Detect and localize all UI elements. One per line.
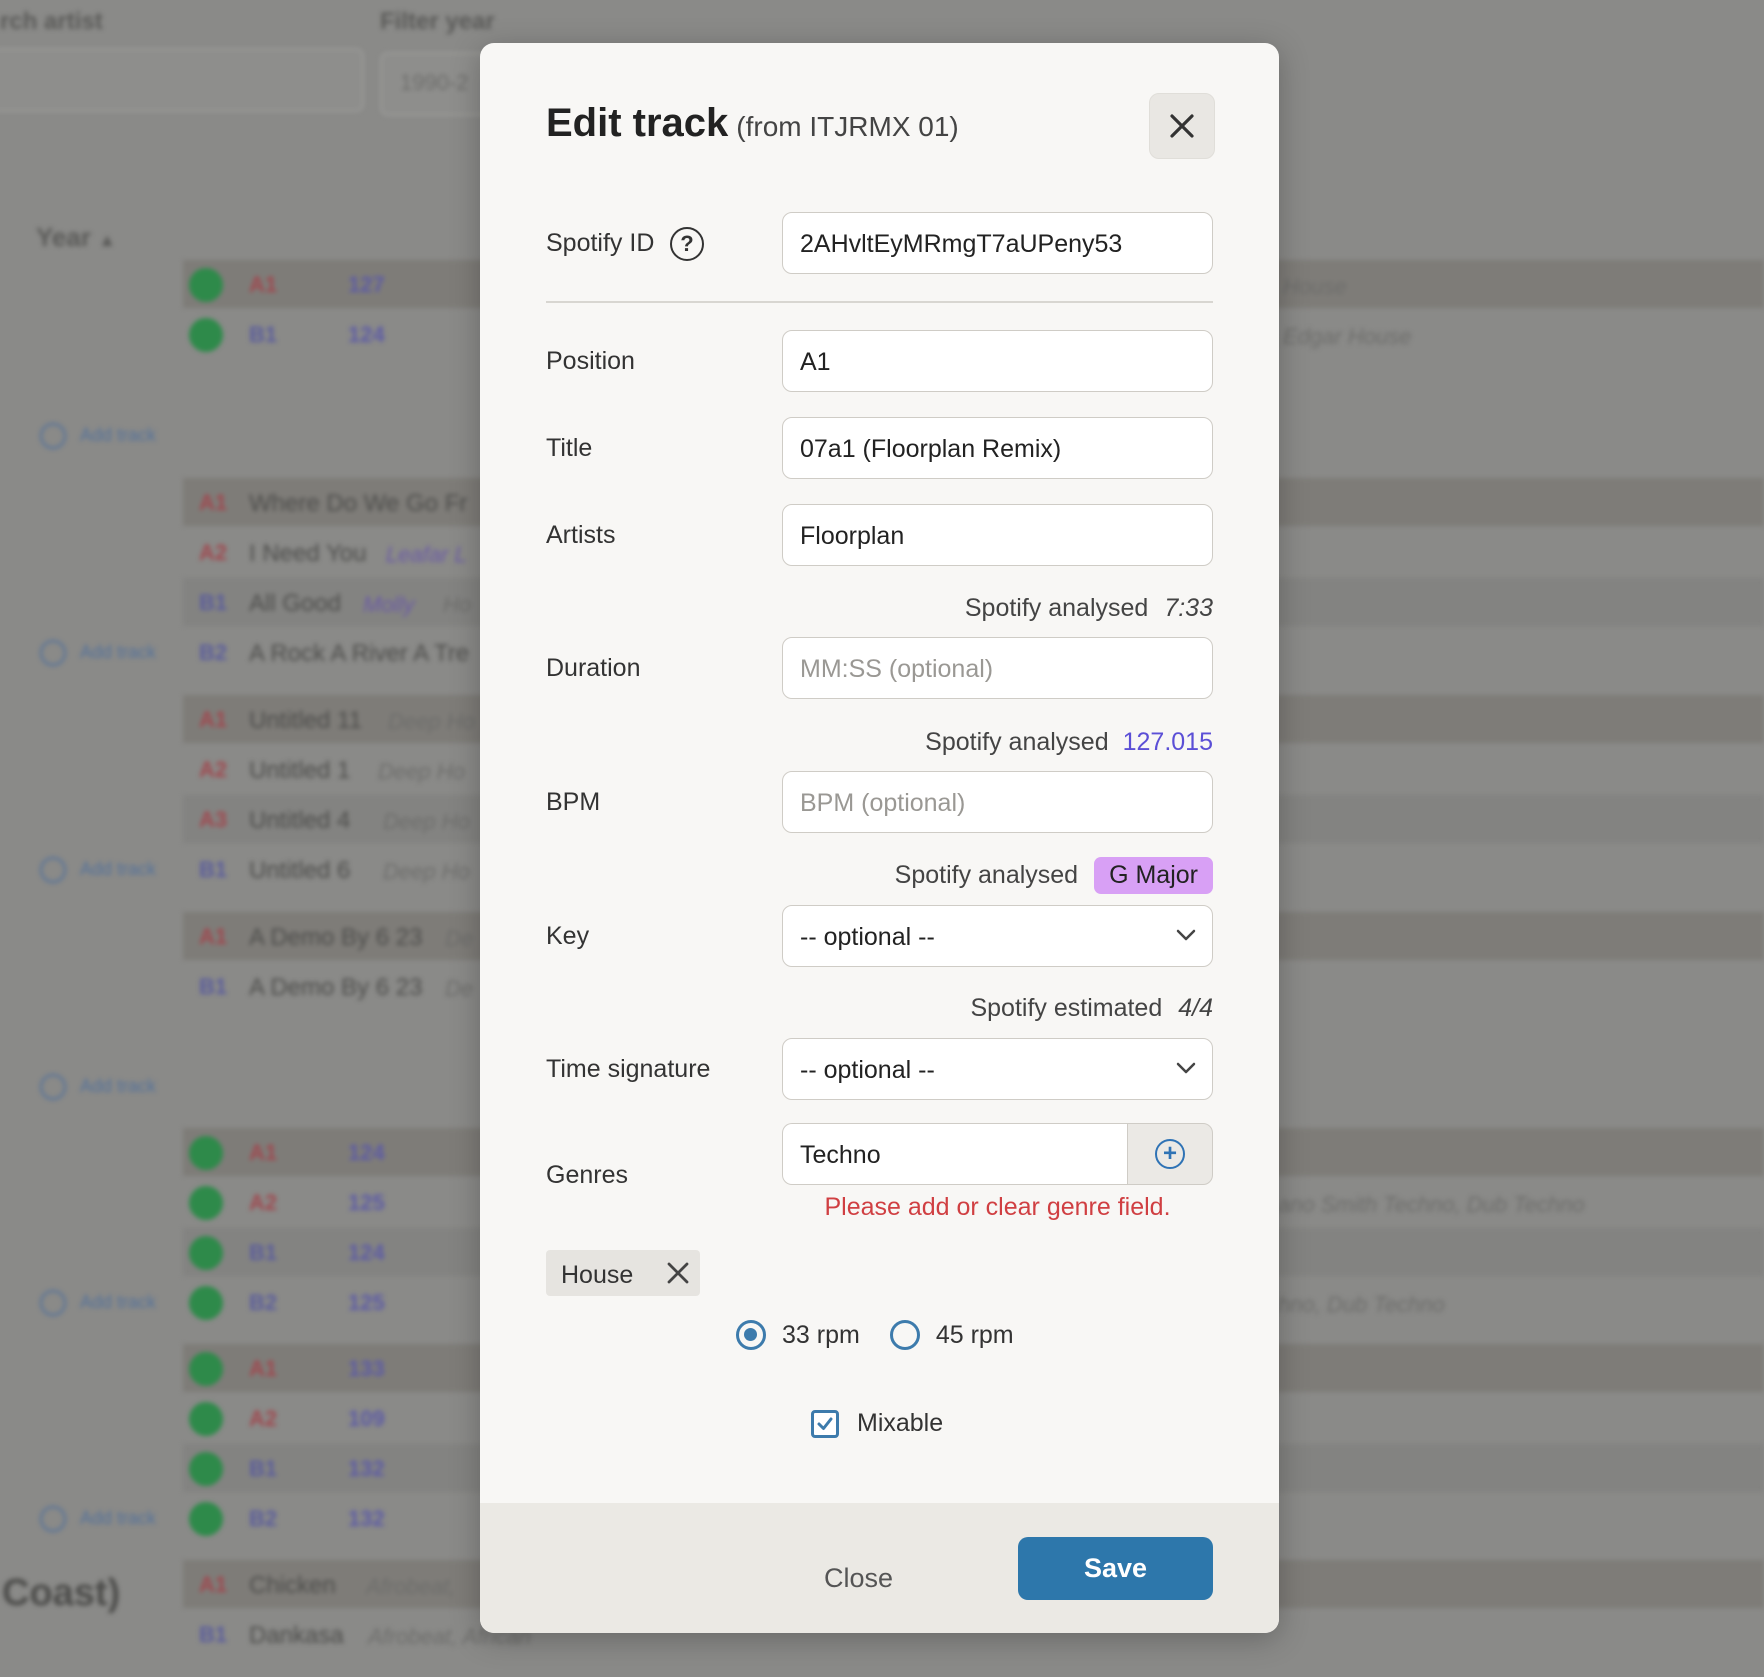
bpm-hint: Spotify analysed 127.015 [925,728,1213,756]
add-track-button[interactable]: Add track [40,640,156,666]
plus-circle-icon: + [1155,1139,1185,1169]
question-circle-icon[interactable]: ? [670,227,704,261]
chevron-down-icon [1176,929,1196,941]
spotify-icon [189,318,223,352]
rpm-33-label[interactable]: 33 rpm [782,1321,860,1350]
spotify-icon [189,268,223,302]
checkmark-icon [817,1417,833,1430]
title-input[interactable]: 07a1 (Floorplan Remix) [782,417,1213,479]
spotify-icon [189,1286,223,1320]
spotify-icon [189,1352,223,1386]
artists-input[interactable]: Floorplan [782,504,1213,566]
spotify-icon [189,1502,223,1536]
filter-year-label: Filter year [380,8,495,35]
modal-title: Edit track (from ITJRMX 01) [546,101,959,145]
key-badge: G Major [1094,857,1213,894]
mixable-checkbox-group: Mixable [811,1409,943,1438]
duration-label: Duration [546,654,641,682]
genre-tag: House [546,1250,700,1296]
add-track-button[interactable]: Add track [40,857,156,883]
close-button[interactable]: Close [824,1563,893,1594]
genres-label: Genres [546,1161,628,1189]
artists-label: Artists [546,521,616,549]
bpm-input[interactable]: BPM (optional) [782,771,1213,833]
add-track-button[interactable]: Add track [40,423,156,449]
duration-hint: Spotify analysed 7:33 [964,594,1213,622]
chevron-up-icon: ▲ [98,230,117,250]
time-signature-select[interactable]: -- optional -- [782,1038,1213,1100]
key-label: Key [546,922,590,950]
spotify-id-input[interactable]: 2AHvltEyMRmgT7aUPeny53 [782,212,1213,274]
spotify-id-label: Spotify ID [546,229,655,257]
divider [546,301,1213,303]
bpm-label: BPM [546,788,601,816]
position-input[interactable]: A1 [782,330,1213,392]
rpm-radio-group: 33 rpm 45 rpm [736,1320,1044,1350]
spotify-icon [189,1402,223,1436]
save-button[interactable]: Save [1018,1537,1213,1600]
spotify-icon [189,1136,223,1170]
genre-error-message: Please add or clear genre field. [824,1193,1171,1221]
key-hint: Spotify analysed G Major [895,857,1213,894]
rpm-45-label[interactable]: 45 rpm [936,1321,1014,1350]
time-signature-hint: Spotify estimated 4/4 [970,994,1213,1022]
genre-input[interactable]: Techno [782,1123,1127,1185]
search-artist-label: rch artist [0,8,103,35]
duration-input[interactable]: MM:SS (optional) [782,637,1213,699]
add-genre-button[interactable]: + [1127,1123,1213,1185]
title-label: Title [546,434,593,462]
search-artist-input[interactable] [0,48,364,112]
position-label: Position [546,347,635,375]
add-track-button[interactable]: Add track [40,1290,156,1316]
release-title: Coast) [2,1572,121,1614]
key-select[interactable]: -- optional -- [782,905,1213,967]
spotify-icon [189,1236,223,1270]
add-track-button[interactable]: Add track [40,1074,156,1100]
mixable-checkbox[interactable] [811,1409,839,1438]
remove-tag-icon[interactable] [666,1261,690,1285]
mixable-label[interactable]: Mixable [857,1409,943,1438]
spotify-icon [189,1452,223,1486]
spotify-icon [189,1186,223,1220]
modal-subtitle: (from ITJRMX 01) [736,111,959,142]
edit-track-modal: Edit track (from ITJRMX 01) Spotify ID ? … [480,43,1279,1633]
close-icon [1170,114,1194,138]
time-signature-label: Time signature [546,1055,711,1083]
rpm-45-radio[interactable] [889,1320,920,1350]
year-column-header[interactable]: Year ▲ [36,222,116,253]
close-modal-button[interactable] [1149,93,1215,159]
chevron-down-icon [1176,1062,1196,1074]
add-track-button[interactable]: Add track [40,1506,156,1532]
rpm-33-radio[interactable] [736,1320,766,1350]
